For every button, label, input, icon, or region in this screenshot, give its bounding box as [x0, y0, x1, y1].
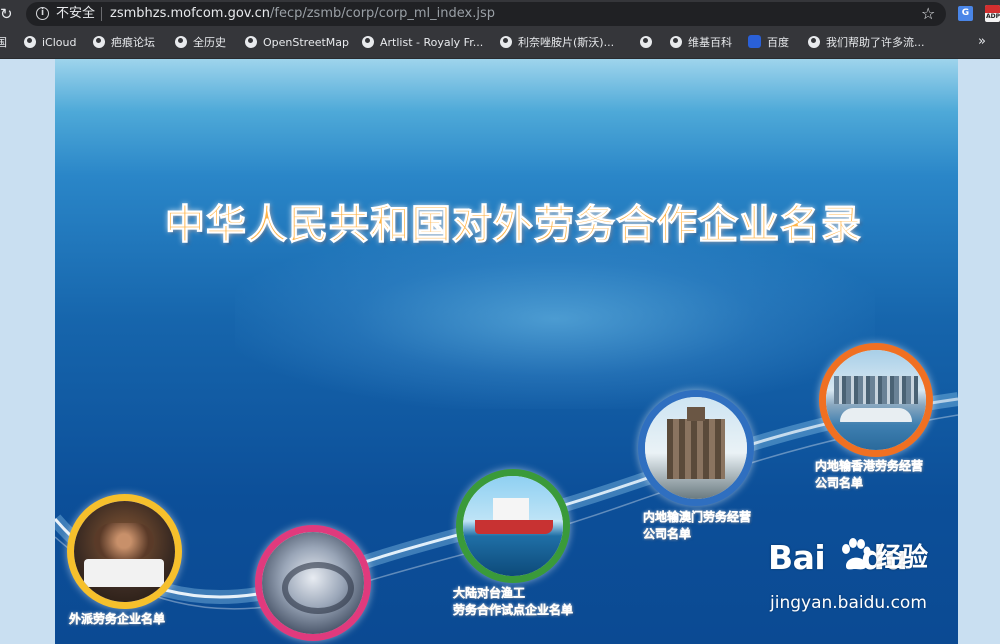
globe-icon: [500, 36, 512, 48]
bookmarks-bar: 国 iCloud 疤痕论坛 全历史 OpenStreetMap Artlist …: [0, 28, 1000, 59]
translate-extension-icon[interactable]: G: [958, 6, 973, 21]
labor-cooperation-button[interactable]: [255, 525, 371, 641]
bookmark-item[interactable]: 我们帮助了许多流...: [808, 34, 925, 52]
browser-toolbar: ↻ i 不安全 zsmbhzs.mofcom.gov.cn/fecp/zsmb/…: [0, 0, 1000, 28]
baidu-paw-icon: [748, 35, 761, 48]
info-icon[interactable]: i: [36, 7, 49, 20]
macau-labor-companies-button[interactable]: [638, 390, 754, 506]
adblock-extension-icon[interactable]: [985, 5, 1000, 22]
url-text[interactable]: zsmbhzs.mofcom.gov.cn/fecp/zsmb/corp/cor…: [110, 5, 495, 23]
bookmark-item[interactable]: 维基百科: [670, 34, 732, 52]
outbound-labor-companies-label[interactable]: 外派劳务企业名单: [69, 611, 165, 628]
bookmark-item[interactable]: OpenStreetMap: [245, 34, 349, 52]
globe-icon: [175, 36, 187, 48]
ruins-of-st-paul-photo: [645, 397, 747, 499]
page-title: 中华人民共和国对外劳务合作企业名录: [165, 202, 862, 249]
url-separator: [101, 7, 102, 21]
globe-icon: [24, 36, 36, 48]
address-bar[interactable]: i 不安全 zsmbhzs.mofcom.gov.cn/fecp/zsmb/co…: [26, 2, 946, 26]
hongkong-labor-companies-button[interactable]: [819, 343, 933, 457]
bookmark-item[interactable]: iCloud: [24, 34, 76, 52]
baidu-jingyan-watermark: Bai du 经验 jingyan.baidu.com: [768, 538, 958, 644]
security-label[interactable]: 不安全: [56, 5, 95, 23]
bookmark-item[interactable]: 疤痕论坛: [93, 34, 155, 52]
hands-together-photo: [262, 532, 364, 634]
bookmarks-more-chevron-icon[interactable]: »: [978, 34, 986, 50]
globe-icon: [362, 36, 374, 48]
business-meeting-photo: [74, 501, 175, 602]
watermark-product: 经验: [876, 543, 929, 573]
bookmark-star-icon[interactable]: ☆: [921, 4, 935, 24]
bookmark-item[interactable]: [640, 34, 658, 52]
globe-icon: [670, 36, 682, 48]
outbound-labor-companies-button[interactable]: [67, 494, 182, 609]
taiwan-fishing-labor-button[interactable]: [456, 469, 570, 583]
watermark-domain: jingyan.baidu.com: [770, 593, 927, 613]
bookmark-item[interactable]: 百度: [748, 34, 789, 52]
bookmark-item[interactable]: 利奈唑胺片(斯沃)...: [500, 34, 614, 52]
bookmark-item[interactable]: 全历史: [175, 34, 226, 52]
bookmark-item[interactable]: 国: [0, 34, 7, 52]
baidu-paw-icon: [842, 538, 871, 570]
url-host: zsmbhzs.mofcom.gov.cn: [110, 6, 270, 21]
hongkong-skyline-photo: [826, 350, 926, 450]
hongkong-labor-companies-label[interactable]: 内地输香港劳务经营 公司名单: [815, 458, 923, 492]
globe-icon: [93, 36, 105, 48]
fishing-vessel-photo: [463, 476, 563, 576]
bookmark-item[interactable]: Artlist - Royaly Fr...: [362, 34, 483, 52]
globe-icon: [808, 36, 820, 48]
taiwan-fishing-labor-label[interactable]: 大陆对台渔工 劳务合作试点企业名单: [453, 585, 573, 619]
reload-icon[interactable]: ↻: [0, 3, 16, 25]
macau-labor-companies-label[interactable]: 内地输澳门劳务经营 公司名单: [643, 509, 751, 543]
url-path: /fecp/zsmb/corp/corp_ml_index.jsp: [269, 6, 495, 21]
globe-icon: [640, 36, 652, 48]
globe-icon: [245, 36, 257, 48]
